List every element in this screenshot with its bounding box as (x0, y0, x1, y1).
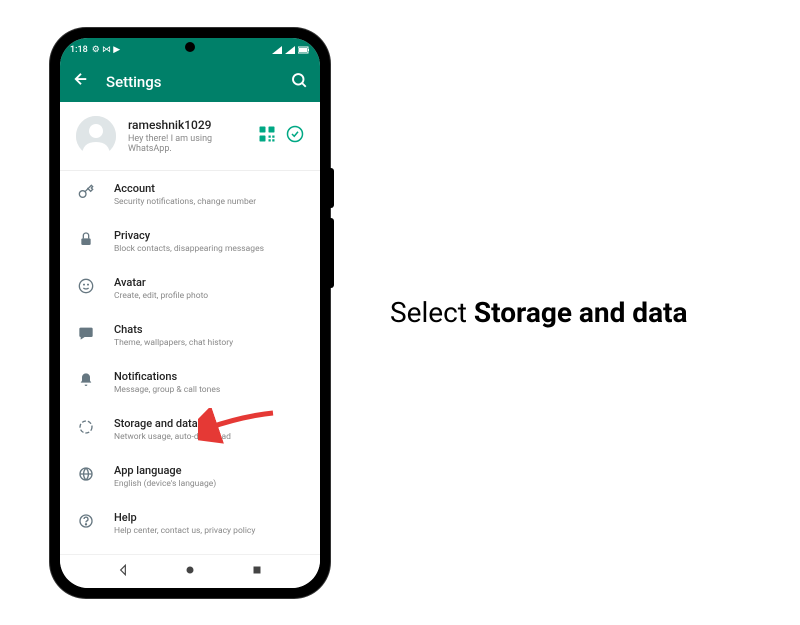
instruction-text: Select Storage and data (390, 296, 688, 329)
settings-item-title: Avatar (114, 276, 304, 289)
settings-item-title: Help (114, 511, 304, 524)
back-arrow-icon[interactable] (72, 70, 90, 93)
settings-item-title: Chats (114, 323, 304, 336)
data-usage-icon (76, 419, 96, 435)
face-icon (76, 278, 96, 294)
bell-icon (76, 372, 96, 388)
settings-item-title: Account (114, 182, 304, 195)
chat-icon (76, 325, 96, 341)
instruction-prefix: Select (390, 296, 474, 329)
profile-name: rameshnik1029 (128, 118, 258, 132)
settings-item-privacy[interactable]: Privacy Block contacts, disappearing mes… (60, 218, 320, 265)
add-account-icon[interactable] (286, 125, 304, 147)
volume-button (330, 168, 334, 208)
settings-item-app-language[interactable]: App language English (device's language) (60, 453, 320, 500)
lock-icon (76, 231, 96, 247)
phone-frame: 1:18 ⚙ ⋈ ▶ Settings rameshnik102 (50, 28, 330, 598)
settings-list: Account Security notifications, change n… (60, 171, 320, 587)
settings-item-title: App language (114, 464, 304, 477)
settings-item-notifications[interactable]: Notifications Message, group & call tone… (60, 359, 320, 406)
status-icons-right (272, 46, 310, 54)
help-icon (76, 513, 96, 529)
settings-item-subtitle: English (device's language) (114, 479, 304, 489)
status-icons-left: ⚙ ⋈ ▶ (92, 45, 120, 55)
settings-item-storage-data[interactable]: Storage and data Network usage, auto-dow… (60, 406, 320, 453)
settings-item-subtitle: Block contacts, disappearing messages (114, 244, 304, 254)
search-icon[interactable] (290, 71, 308, 93)
nav-back-icon[interactable] (116, 562, 130, 581)
settings-item-title: Notifications (114, 370, 304, 383)
nav-recent-icon[interactable] (250, 562, 264, 581)
settings-item-subtitle: Create, edit, profile photo (114, 291, 304, 301)
power-button (330, 218, 334, 288)
globe-icon (76, 466, 96, 482)
settings-item-help[interactable]: Help Help center, contact us, privacy po… (60, 500, 320, 547)
settings-item-account[interactable]: Account Security notifications, change n… (60, 171, 320, 218)
settings-item-subtitle: Network usage, auto-download (114, 432, 304, 442)
android-nav-bar (60, 554, 320, 588)
phone-screen: 1:18 ⚙ ⋈ ▶ Settings rameshnik102 (60, 38, 320, 588)
app-header: Settings (60, 62, 320, 102)
settings-item-subtitle: Theme, wallpapers, chat history (114, 338, 304, 348)
settings-item-subtitle: Message, group & call tones (114, 385, 304, 395)
avatar (76, 116, 116, 156)
settings-item-title: Storage and data (114, 417, 304, 430)
settings-item-title: Privacy (114, 229, 304, 242)
settings-item-subtitle: Security notifications, change number (114, 197, 304, 207)
status-time: 1:18 (70, 45, 88, 55)
profile-status: Hey there! I am using WhatsApp. (128, 134, 258, 154)
key-icon (76, 184, 96, 200)
nav-home-icon[interactable] (183, 562, 197, 581)
instruction-bold: Storage and data (474, 296, 688, 329)
header-title: Settings (106, 73, 290, 91)
profile-section[interactable]: rameshnik1029 Hey there! I am using What… (60, 102, 320, 171)
settings-item-chats[interactable]: Chats Theme, wallpapers, chat history (60, 312, 320, 359)
settings-item-subtitle: Help center, contact us, privacy policy (114, 526, 304, 536)
qr-code-icon[interactable] (258, 125, 276, 147)
phone-camera (185, 42, 195, 52)
settings-item-avatar[interactable]: Avatar Create, edit, profile photo (60, 265, 320, 312)
